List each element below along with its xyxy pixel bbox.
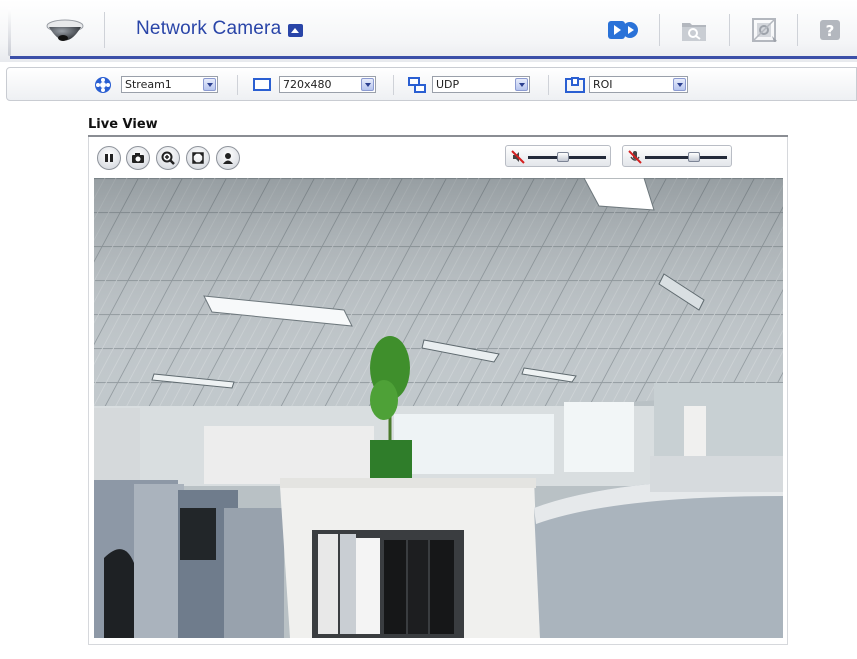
pause-button[interactable] (97, 146, 121, 170)
speaker-volume-slider-thumb[interactable] (557, 152, 570, 162)
roi-icon (565, 77, 585, 93)
nav-search-button[interactable] (678, 14, 712, 46)
mic-volume-slider-thumb[interactable] (688, 152, 701, 162)
protocol-select-value: UDP (436, 78, 460, 91)
dome-camera-logo-icon (46, 19, 84, 41)
zoom-button[interactable] (156, 146, 180, 170)
chevron-down-icon[interactable] (515, 78, 528, 91)
stream-select[interactable]: Stream1 (121, 76, 218, 93)
protocol-select[interactable]: UDP (432, 76, 530, 93)
camera-feed-image (94, 178, 783, 638)
resolution-icon (253, 78, 271, 91)
svg-text:?: ? (826, 22, 835, 40)
live-video-frame[interactable] (94, 178, 783, 638)
header-divider (104, 12, 105, 48)
microphone-mute-icon (628, 150, 642, 164)
snapshot-button[interactable] (126, 146, 150, 170)
help-icon: ? (820, 20, 840, 40)
pause-icon (105, 154, 113, 162)
stream-icon (95, 77, 111, 93)
nav-divider (729, 14, 730, 46)
setup-icon (752, 18, 777, 42)
roi-select[interactable]: ROI (589, 76, 688, 93)
record-icon (223, 153, 233, 164)
nav-setup-button[interactable] (748, 14, 782, 46)
nav-divider (659, 14, 660, 46)
mic-volume-track[interactable] (645, 156, 727, 159)
live-view-icon (608, 21, 638, 39)
header-rule (10, 56, 857, 59)
toolbar-divider (237, 75, 238, 95)
chevron-down-icon[interactable] (203, 78, 216, 91)
live-view-title: Live View (88, 117, 158, 132)
toolbar-divider (393, 75, 394, 95)
protocol-icon (408, 77, 426, 93)
nav-help-button[interactable]: ? (814, 14, 848, 46)
zoom-icon (161, 151, 175, 165)
chevron-down-icon[interactable] (673, 78, 686, 91)
nav-live-view-button[interactable] (606, 14, 640, 46)
snapshot-icon (132, 153, 144, 163)
stream-select-value: Stream1 (125, 78, 172, 91)
chevron-down-icon[interactable] (361, 78, 374, 91)
mic-volume-control[interactable] (622, 145, 732, 167)
brand-menu-toggle-icon[interactable] (288, 24, 303, 37)
resolution-select[interactable]: 720x480 (279, 76, 376, 93)
search-folder-icon (682, 23, 706, 41)
resolution-select-value: 720x480 (283, 78, 332, 91)
roi-select-value: ROI (593, 78, 613, 91)
nav-divider (797, 14, 798, 46)
speaker-volume-control[interactable] (505, 145, 611, 167)
header-left-cap (8, 8, 11, 56)
fullscreen-icon (192, 152, 204, 164)
brand-title: Network Camera (136, 18, 282, 39)
record-button[interactable] (216, 146, 240, 170)
speaker-mute-icon (511, 150, 525, 164)
fullscreen-button[interactable] (186, 146, 210, 170)
toolbar-divider (548, 75, 549, 95)
